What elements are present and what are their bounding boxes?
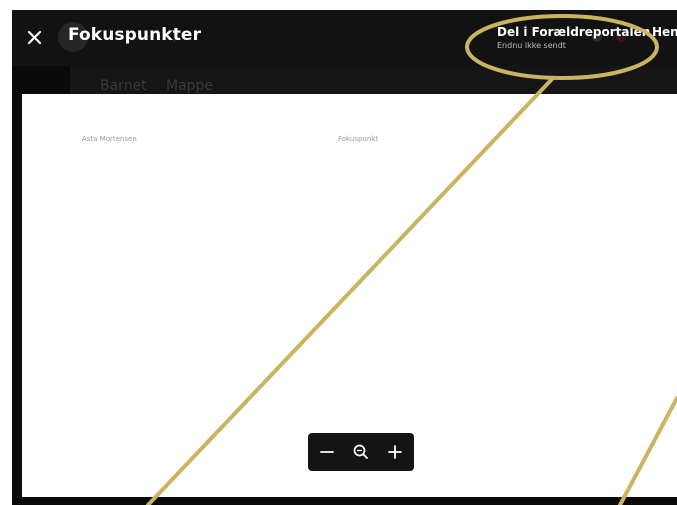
zoom-out-button[interactable] [310,433,344,471]
zoom-reset-button[interactable] [344,433,378,471]
child-name: Asta Mortensen [82,135,137,143]
download-button[interactable]: Hent [652,25,677,39]
magnifier-icon [353,444,368,459]
share-parent-portal-button[interactable]: Del i Forældreportalen Endnu ikke sendt [497,24,650,51]
share-status: Endnu ikke sendt [497,41,566,50]
focus-column-label: Fokuspunkt [338,135,379,143]
background-tab-barnet: Barnet [100,78,147,94]
minus-icon [320,451,334,453]
share-label: Del i Forældreportalen [497,25,651,39]
plus-icon [388,445,402,459]
modal-topbar: Fokuspunkter Del i Forældreportalen Endn… [12,10,677,66]
close-icon [27,30,42,45]
background-tab-mappe: Mappe [166,78,214,94]
zoom-toolbar [308,433,414,471]
zoom-in-button[interactable] [378,433,412,471]
page-title: Fokuspunkter [68,25,202,45]
close-button[interactable] [22,24,48,50]
preview-modal: r Barnet Mappe Fokuspunkter Del i Foræld… [12,10,677,505]
